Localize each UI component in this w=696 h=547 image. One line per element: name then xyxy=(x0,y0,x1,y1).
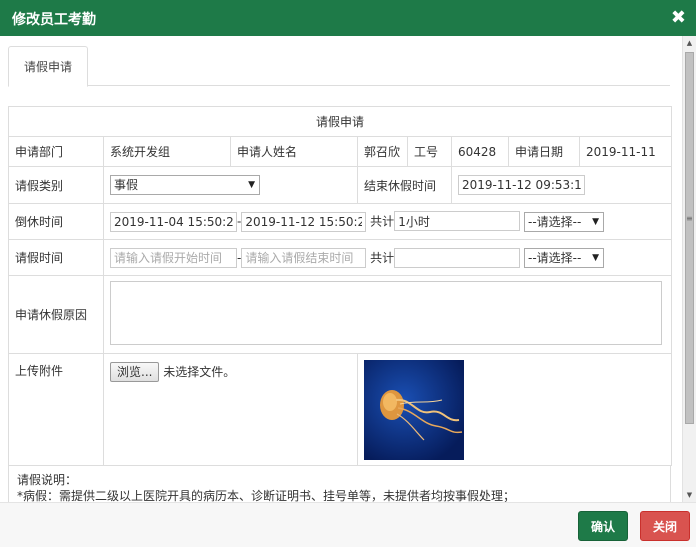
leave-form-table: 请假申请 申请部门 系统开发组 申请人姓名 郭召欣 工号 60428 申请日期 … xyxy=(7,106,673,466)
tab-bar: 请假申请 xyxy=(8,46,670,87)
scroll-grip-icon: ≡ xyxy=(686,214,693,223)
upload-cell: 浏览... 未选择文件。 xyxy=(103,353,358,466)
leave-total-input[interactable] xyxy=(394,247,521,268)
leave-type-value: 事假 xyxy=(114,178,139,192)
leave-type-select[interactable]: 事假 ▼ xyxy=(110,175,260,195)
end-label: 结束休假时间 xyxy=(357,166,452,204)
attachment-preview-image xyxy=(364,360,464,460)
jellyfish-illustration xyxy=(380,390,463,441)
dropdown-arrow-icon: ▼ xyxy=(248,180,255,190)
leave-unit-value: --请选择-- xyxy=(528,250,582,265)
leave-cell: - 共计 --请选择-- ▼ xyxy=(102,239,673,276)
date-value: 2019-11-11 xyxy=(578,136,673,167)
reason-cell xyxy=(102,275,673,354)
scroll-thumb[interactable] xyxy=(685,52,694,424)
tab-leave-request[interactable]: 请假申请 xyxy=(8,46,88,87)
name-value: 郭召欣 xyxy=(357,136,408,167)
form-header: 请假申请 xyxy=(7,106,673,137)
rest-unit-value: --请选择-- xyxy=(528,214,582,229)
end-time-input[interactable] xyxy=(458,175,585,195)
leave-total-label: 共计 xyxy=(370,250,395,265)
confirm-button[interactable]: 确认 xyxy=(578,511,628,541)
no-file-text: 未选择文件。 xyxy=(163,365,236,379)
reason-label: 申请休假原因 xyxy=(8,275,104,354)
rest-unit-select[interactable]: --请选择-- ▼ xyxy=(524,211,605,232)
dialog-title: 修改员工考勤 xyxy=(12,12,96,28)
notes-line: *病假：需提供二级以上医院开具的病历本、诊断证明书、挂号单等，未提供者均按事假处… xyxy=(17,489,516,502)
scroll-up-icon[interactable]: ▲ xyxy=(683,36,696,50)
rest-total-label: 共计 xyxy=(370,214,395,229)
dept-value: 系统开发组 xyxy=(103,136,231,167)
preview-cell xyxy=(356,353,673,466)
close-button[interactable]: 关闭 xyxy=(640,511,690,541)
scroll-down-icon[interactable]: ▼ xyxy=(683,488,696,502)
reason-textarea[interactable] xyxy=(110,281,662,345)
name-label: 申请人姓名 xyxy=(230,136,358,167)
id-label: 工号 xyxy=(407,136,452,167)
notes-title: 请假说明： xyxy=(17,473,78,487)
rest-total-input[interactable] xyxy=(394,211,521,232)
rest-label: 倒休时间 xyxy=(8,203,104,240)
vertical-scrollbar[interactable]: ▲ ≡ ▼ xyxy=(682,36,696,502)
dropdown-arrow-icon: ▼ xyxy=(592,216,600,227)
dropdown-arrow-icon: ▼ xyxy=(592,252,600,263)
end-cell xyxy=(450,166,673,204)
upload-label: 上传附件 xyxy=(8,353,104,466)
dept-label: 申请部门 xyxy=(8,136,104,167)
close-icon[interactable]: ✖ xyxy=(671,7,686,28)
id-value: 60428 xyxy=(451,136,509,167)
dialog-titlebar: 修改员工考勤 ✖ xyxy=(0,0,696,36)
type-cell: 事假 ▼ xyxy=(103,166,358,204)
leave-notes: 请假说明： *病假：需提供二级以上医院开具的病历本、诊断证明书、挂号单等，未提供… xyxy=(8,466,671,502)
dialog-footer: 确认 关闭 xyxy=(0,502,696,547)
leave-start-input[interactable] xyxy=(110,247,237,268)
leave-label: 请假时间 xyxy=(8,239,104,276)
type-label: 请假类别 xyxy=(8,166,104,204)
rest-start-input[interactable] xyxy=(110,211,237,232)
leave-end-input[interactable] xyxy=(241,247,367,268)
dialog-body: 请假申请 请假申请 申请部门 系统开发组 申请人姓名 郭召欣 工号 60428 … xyxy=(0,36,682,502)
rest-end-input[interactable] xyxy=(241,211,367,232)
browse-button[interactable]: 浏览... xyxy=(110,362,160,382)
date-label: 申请日期 xyxy=(508,136,580,167)
rest-cell: - 共计 --请选择-- ▼ xyxy=(102,203,673,240)
leave-unit-select[interactable]: --请选择-- ▼ xyxy=(524,247,605,268)
